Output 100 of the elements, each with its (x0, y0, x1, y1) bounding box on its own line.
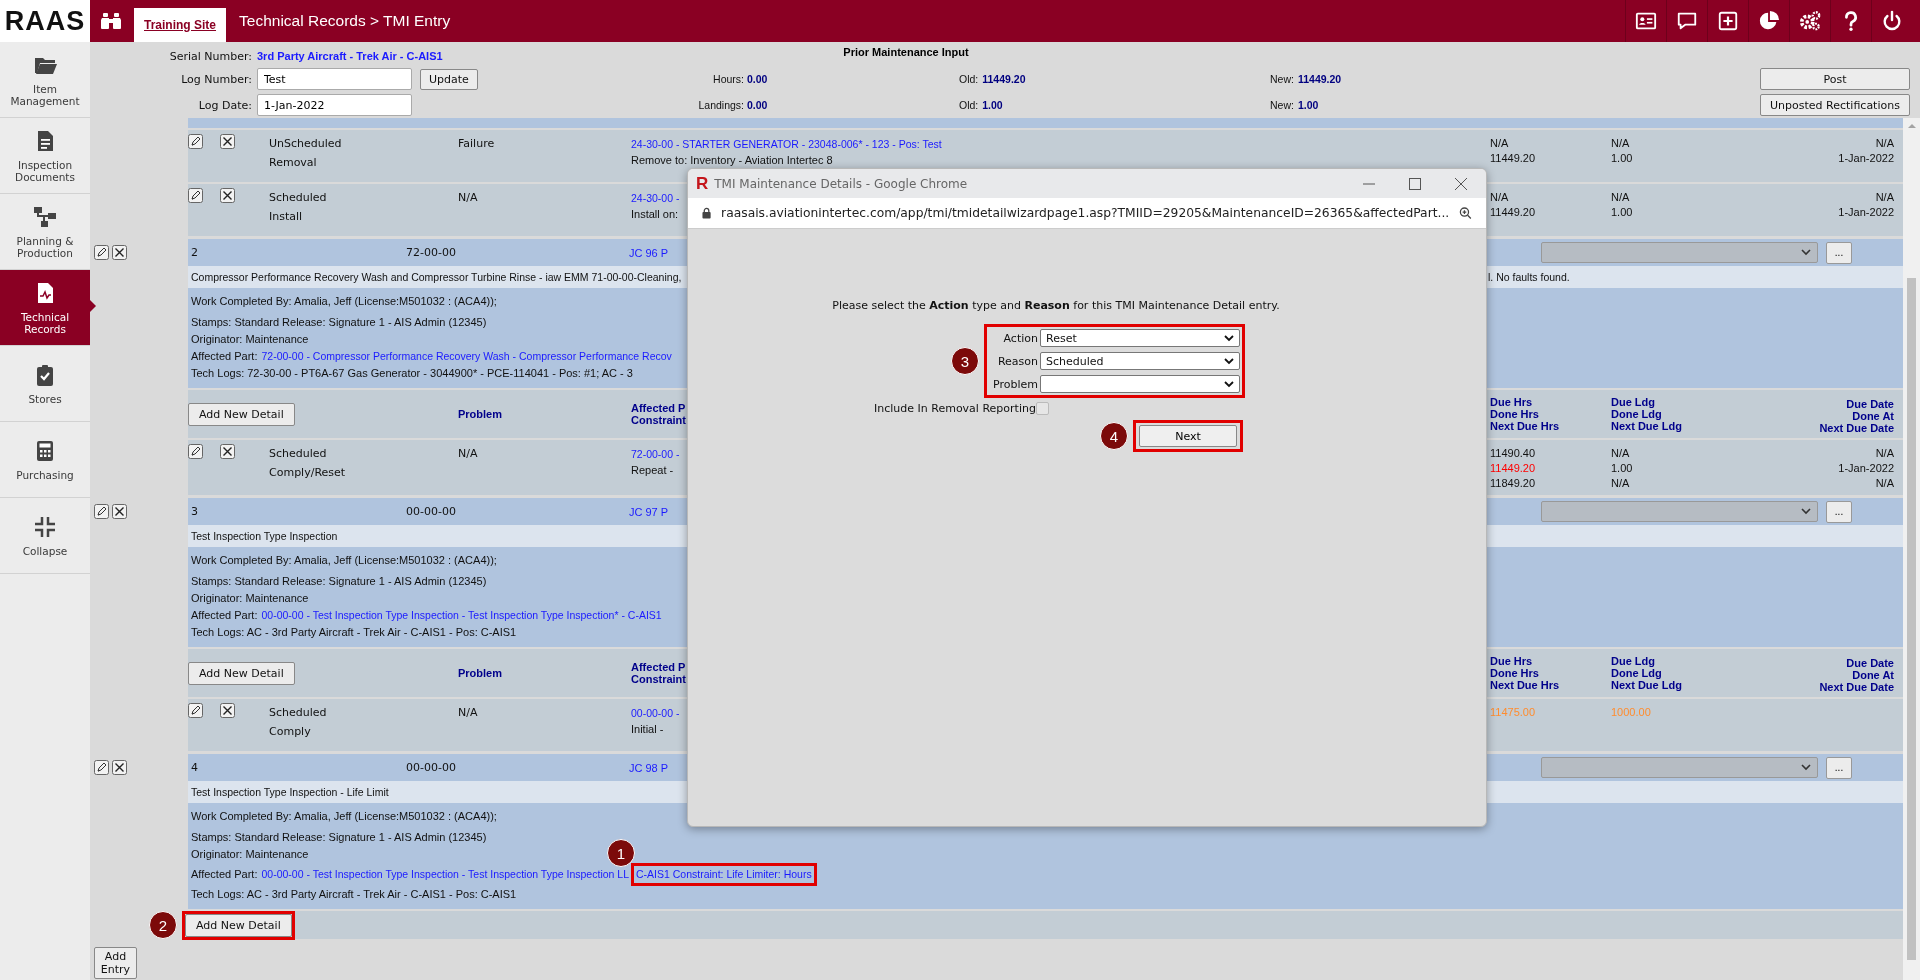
column-header: Affected P (631, 402, 686, 414)
edit-icon[interactable] (188, 134, 203, 149)
affected-part-link[interactable]: 00-00-00 - Test Inspection Type Inspection - Test Inspection Type Inspection* - C-AIS1 (261, 609, 662, 621)
job-card-link[interactable]: JC 97 P (629, 505, 669, 518)
column-header: Next Due Hrs (1490, 679, 1560, 691)
hours-value: N/A (1490, 136, 1509, 151)
column-header: Constraint (631, 673, 686, 685)
dropdown[interactable]: Scheduled (1040, 352, 1240, 370)
edit-icon[interactable] (188, 703, 203, 718)
edit-icon[interactable] (188, 188, 203, 203)
new-label: New: (1270, 99, 1294, 111)
landings-value: N/A (1611, 190, 1630, 205)
delete-icon[interactable] (112, 760, 127, 775)
raas-logo: RAAS (0, 0, 90, 42)
update-button[interactable]: Update (420, 68, 478, 90)
close-icon[interactable] (1454, 176, 1468, 191)
delete-icon[interactable] (112, 245, 127, 260)
sidebar-item[interactable]: Stores (0, 346, 90, 422)
binoculars-icon[interactable] (100, 12, 122, 30)
step-marker: 4 (1100, 422, 1128, 450)
column-header: Affected P (631, 661, 686, 673)
problem-text: N/A (458, 446, 478, 462)
edit-icon[interactable] (94, 760, 109, 775)
next-button[interactable]: Next (1139, 425, 1237, 447)
sidebar-item[interactable]: Item Management (0, 42, 90, 118)
id-card-icon[interactable] (1635, 10, 1657, 32)
post-button[interactable]: Post (1760, 68, 1910, 90)
column-header: Problem (458, 667, 502, 679)
landings-value: 1.00 (1611, 461, 1633, 476)
old-label: Old: (959, 73, 979, 85)
column-header: Done Ldg (1611, 667, 1662, 679)
dropdown[interactable]: Reset (1040, 329, 1240, 347)
edit-icon[interactable] (94, 245, 109, 260)
scrollbar[interactable] (1903, 118, 1920, 980)
sidebar-item[interactable]: Collapse (0, 498, 90, 574)
pie-chart-icon[interactable] (1758, 10, 1780, 32)
old-value: 11449.20 (982, 73, 1026, 85)
more-button[interactable]: ... (1826, 500, 1852, 523)
description-text: Test Inspection Type Inspection (191, 530, 338, 542)
zoom-icon[interactable] (1459, 206, 1472, 220)
delete-icon[interactable] (220, 134, 235, 149)
add-detail-button[interactable]: Add New Detail (185, 913, 292, 937)
serial-number-link[interactable]: 3rd Party Aircraft - Trek Air - C-AIS1 (257, 50, 747, 62)
part-link[interactable]: 24-30-00 - STARTER GENERATOR - 23048-006* - 123 - Pos: Test (631, 136, 942, 152)
completed-by-text: Work Completed By: Amalia, Jeff (License:M501032 : (ACA4)); (191, 553, 497, 568)
job-card-link[interactable]: JC 96 P (629, 246, 669, 259)
instruction-text: Please select the Action type and Reason for this TMI Maintenance Detail entry. (831, 299, 1281, 312)
entry-number: 4 (190, 761, 199, 774)
edit-icon[interactable] (188, 444, 203, 459)
lock-icon (702, 207, 712, 219)
dropdown[interactable] (1040, 375, 1240, 393)
date-value: N/A (1875, 190, 1894, 205)
column-header: Due Hrs (1490, 655, 1533, 667)
hours-value: 11475.00 (1490, 705, 1536, 720)
maintenance-action: Comply (269, 724, 311, 740)
sidebar-item[interactable]: Inspection Documents (0, 118, 90, 194)
ata-code: 72-00-00 (406, 246, 457, 259)
description-text: l. No faults found. (1488, 271, 1570, 283)
affected-part-link[interactable]: C-AIS1 Constraint: Life Limiter: Hours (636, 868, 812, 880)
tech-logs-text: Tech Logs: AC - 3rd Party Aircraft - Trek Air - C-AIS1 - Pos: C-AIS1 (191, 625, 517, 640)
column-header: Due Ldg (1611, 396, 1655, 408)
chevron-down-icon (1801, 249, 1811, 256)
more-button[interactable]: ... (1826, 241, 1852, 264)
part-link[interactable]: 72-00-00 - (631, 446, 680, 462)
sidebar-item[interactable]: Purchasing (0, 422, 90, 498)
step-marker: 1 (607, 839, 635, 867)
column-header: Next Due Date (1819, 681, 1894, 693)
delete-icon[interactable] (220, 444, 235, 459)
site-tab[interactable]: Training Site (134, 8, 226, 42)
old-label: Old: (959, 99, 979, 111)
old-value: 1.00 (982, 99, 1003, 111)
checkbox[interactable] (1035, 402, 1049, 415)
log-date-field[interactable]: 1-Jan-2022 (257, 94, 412, 116)
add-detail-button[interactable]: Add New Detail (188, 402, 295, 426)
part-link[interactable]: 24-30-00 - (631, 190, 680, 206)
date-value: N/A (1875, 136, 1894, 151)
log-number-field[interactable]: Test (257, 68, 412, 90)
plus-square-icon[interactable] (1717, 10, 1739, 32)
add-detail-button[interactable]: Add New Detail (188, 661, 295, 685)
rectifications-button[interactable]: Unposted Rectifications (1760, 94, 1910, 116)
affected-part-link[interactable]: 72-00-00 - Compressor Performance Recovery Wash - Compressor Performance Recov (261, 350, 672, 362)
delete-icon[interactable] (112, 504, 127, 519)
power-icon[interactable] (1881, 10, 1903, 32)
edit-icon[interactable] (94, 504, 109, 519)
maximize-icon[interactable] (1408, 176, 1422, 191)
more-button[interactable]: ... (1826, 756, 1852, 779)
delete-icon[interactable] (220, 188, 235, 203)
hours-value: 11449.20 (1490, 205, 1536, 220)
job-card-link[interactable]: JC 98 P (629, 761, 669, 774)
part-link[interactable]: 00-00-00 - (631, 705, 680, 721)
affected-part-link[interactable]: 00-00-00 - Test Inspection Type Inspection - Test Inspection Type Inspection LL (261, 868, 629, 880)
chat-icon[interactable] (1676, 10, 1698, 32)
chevron-down-icon (1801, 508, 1811, 515)
add-entry-button[interactable]: Add Entry (94, 947, 137, 979)
landings-value: 1000.00 (1611, 705, 1651, 720)
breadcrumb: Technical Records > TMI Entry (239, 12, 451, 30)
delete-icon[interactable] (220, 703, 235, 718)
settings-icon[interactable] (1799, 10, 1821, 32)
column-header: Next Due Ldg (1611, 420, 1682, 432)
tech-logs-text: Tech Logs: AC - 3rd Party Aircraft - Trek Air - C-AIS1 - Pos: C-AIS1 (191, 887, 517, 902)
